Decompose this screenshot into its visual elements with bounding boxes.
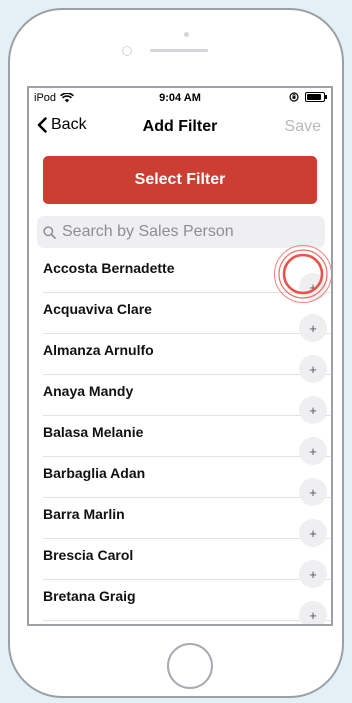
list-item[interactable]: Bretana Graig + — [43, 580, 331, 624]
add-person-button[interactable]: + — [299, 560, 327, 588]
home-button[interactable] — [167, 643, 213, 689]
person-name: Accosta Bernadette — [43, 260, 175, 276]
list-item[interactable]: Barra Marlin + — [43, 498, 331, 547]
person-name: Brescia Carol — [43, 547, 134, 563]
add-person-button[interactable]: + — [299, 601, 327, 624]
plus-icon: + — [309, 525, 317, 541]
navigation-bar: Back Add Filter Save — [29, 110, 331, 146]
list-item[interactable]: Anaya Mandy + — [43, 375, 331, 424]
plus-icon: + — [309, 361, 317, 377]
status-bar: iPod 9:04 AM — [29, 88, 331, 110]
battery-level — [307, 94, 322, 100]
sales-person-list: Accosta Bernadette + Acquaviva Clare + Alman… — [29, 252, 331, 624]
plus-icon: + — [309, 279, 317, 295]
add-person-button[interactable]: + — [299, 396, 327, 424]
person-name: Balasa Melanie — [43, 424, 144, 440]
person-name: Barra Marlin — [43, 506, 125, 522]
list-item[interactable]: Acquaviva Clare + — [43, 293, 331, 342]
person-name: Anaya Mandy — [43, 383, 134, 399]
battery-icon — [305, 92, 327, 102]
plus-icon: + — [309, 607, 317, 623]
lock-rotation-icon — [289, 92, 299, 102]
status-right — [289, 92, 327, 102]
front-sensor — [184, 32, 189, 37]
list-item[interactable]: Almanza Arnulfo + — [43, 334, 331, 383]
list-item[interactable]: Barbaglia Adan + — [43, 457, 331, 506]
search-input[interactable] — [62, 223, 312, 241]
earpiece-speaker — [150, 49, 208, 52]
add-person-button[interactable]: + — [299, 314, 327, 342]
list-item[interactable]: Accosta Bernadette + — [43, 252, 331, 301]
add-person-button[interactable]: + — [299, 437, 327, 465]
person-name: Bretana Graig — [43, 588, 136, 604]
chevron-left-icon — [37, 117, 47, 133]
plus-icon: + — [309, 443, 317, 459]
person-name: Almanza Arnulfo — [43, 342, 154, 358]
app-screen: iPod 9:04 AM Back Add Filter Save Select… — [27, 86, 333, 626]
plus-icon: + — [309, 402, 317, 418]
search-icon — [43, 225, 56, 239]
plus-icon: + — [309, 320, 317, 336]
plus-icon: + — [309, 566, 317, 582]
add-person-button[interactable]: + — [299, 355, 327, 383]
person-name: Barbaglia Adan — [43, 465, 146, 481]
save-button[interactable]: Save — [285, 118, 321, 136]
status-time: 9:04 AM — [159, 92, 201, 104]
add-person-button[interactable]: + — [299, 478, 327, 506]
list-item[interactable]: Balasa Melanie + — [43, 416, 331, 465]
list-item[interactable]: Brescia Carol + — [43, 539, 331, 588]
plus-icon: + — [309, 484, 317, 500]
add-person-button[interactable]: + — [299, 519, 327, 547]
back-label: Back — [51, 116, 87, 133]
person-name: Acquaviva Clare — [43, 301, 152, 317]
select-filter-button[interactable]: Select Filter — [43, 156, 317, 204]
front-camera — [122, 46, 132, 56]
search-bar[interactable] — [37, 216, 325, 248]
back-button[interactable]: Back — [37, 116, 87, 134]
add-person-button[interactable]: + — [299, 273, 327, 301]
